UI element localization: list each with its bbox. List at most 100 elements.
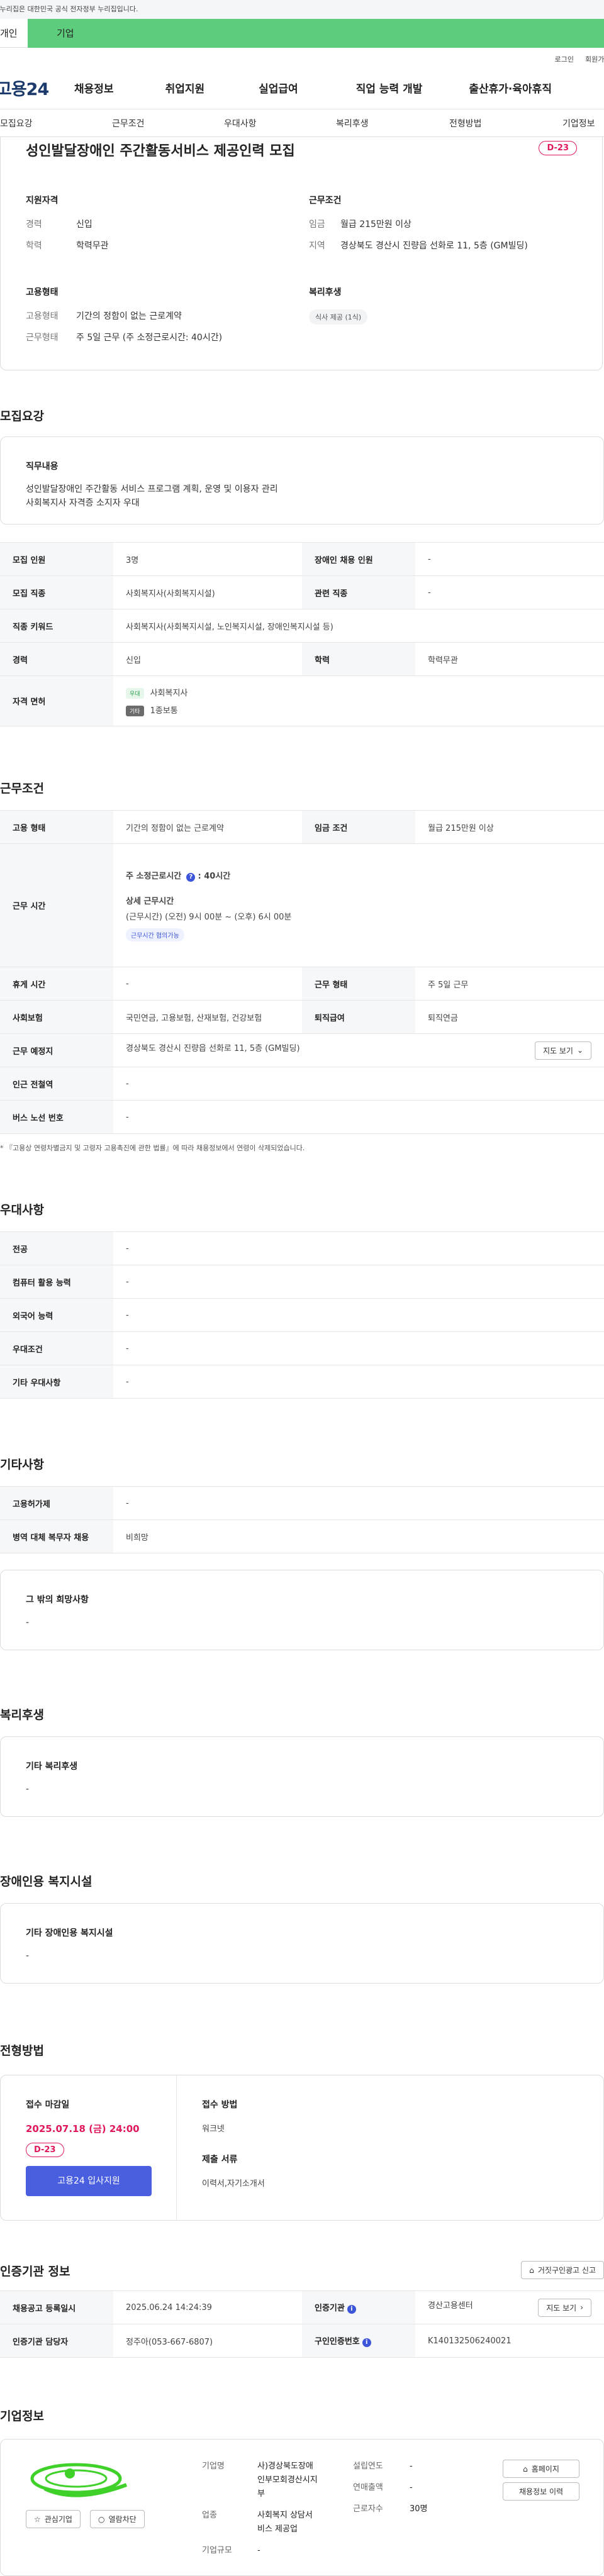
cert-org-value: 경산고용센터 지도 보기 › [415,2290,604,2324]
welfare-value: - [26,1784,30,1794]
summary-grid: 지원자격 경력 신입 학력 학력무관 근무조건 임금 월급 215만원 이상 지역 경상… [26,194,602,352]
disabled-facility-title: 장애인용 복지시설 [0,1875,92,1889]
login-link[interactable]: 로그인 [555,54,574,67]
info-icon[interactable]: i [362,2338,371,2347]
info-icon[interactable]: i [347,2305,356,2314]
tab-personal[interactable]: 개인 [0,19,28,48]
interest-button-label: 관심기업 [44,2515,72,2524]
job-title: 성인발달장애인 주간활동서비스 제공인력 모집 [26,143,295,159]
work-emp-label: 고용 형태 [0,810,113,844]
process-section: 전형방법 접수 마감일 2025.07.18 (금) 24:00 D-23 고용… [0,2041,604,2221]
subnav-company[interactable]: 기업정보 [562,117,595,130]
benefit-tag: 식사 제공 (1식) [309,309,368,325]
work-shape-value: 주 5일 근무 (주 소정근로시간: 40시간) [76,333,223,343]
work-wage-label: 임금 조건 [302,810,415,844]
company-info-col-2: 설립연도 - 연매출액 - 근로자수 30명 [353,2460,428,2516]
map-button[interactable]: 지도 보기 ⌄ [534,1041,591,1060]
report-button[interactable]: ⌂ 거짓구인광고 신고 [521,2261,604,2279]
subnav-welfare[interactable]: 복리후생 [336,117,449,130]
station-value: - [113,1067,604,1101]
etc-section: 기타사항 고용허가제 - 병역 대체 복무자 채용 비희망 그 밖의 희망사항 - [0,1455,604,1650]
company-name-line-1: 사)경상북도장애 [257,2462,313,2471]
work-emp-value: 기간의 정함이 없는 근로계약 [113,810,302,844]
employees-value: 30명 [410,2504,428,2514]
company-section: 기업정보 ☆ 관심기업 ○ 열람차단 기업명 사)경상북도장애 인부모회경산시지… [0,2407,604,2576]
subnav-prefer[interactable]: 우대사항 [224,117,336,130]
welfare-box: 기타 복리후생 - [0,1736,604,1817]
work-wage-value: 월급 215만원 이상 [415,810,604,844]
join-link[interactable]: 회원가입 [585,54,604,67]
insurance-label: 사회보험 [0,1000,113,1034]
gnb-item-unemployment-benefit[interactable]: 실업급여 [259,80,298,96]
language-label: 외국어 능력 [0,1298,113,1332]
interest-button[interactable]: ☆ 관심기업 [26,2510,81,2528]
major-label: 전공 [0,1231,113,1265]
docs-label: 제출 서류 [202,2155,238,2165]
summary-benefits: 복리후생 식사 제공 (1식) [309,286,561,352]
work-section: 근무조건 고용 형태 기간의 정함이 없는 근로계약 임금 조건 월급 215만… [0,779,604,1162]
cert-org-label: 인증기관 i [302,2290,415,2324]
sales-value: - [410,2483,413,2492]
deadline-value: 2025.07.18 (금) 24:00 [26,2123,140,2135]
table-row: 근무 시간 주 소정근로시간 ? : 40시간 상세 근무시간 (근무시간) (… [0,843,604,967]
subnav-process[interactable]: 전형방법 [449,117,562,130]
work-shape-label: 근무형태 [26,333,59,343]
cert-map-button[interactable]: 지도 보기 › [538,2298,591,2317]
prefer-etc-label: 기타 우대사항 [0,1365,113,1399]
apply-button[interactable]: 고용24 입사지원 [26,2166,152,2196]
summary-conditions-head: 근무조건 [309,196,342,206]
industry-line-2: 비스 제공업 [257,2524,298,2534]
gnb-item-parental-leave[interactable]: 출산휴가·육아휴직 [469,80,552,96]
cert-section: 인증기관 정보 ⌂ 거짓구인광고 신고 채용공고 등록일시 2025.06.24… [0,2261,604,2358]
reg-value: 2025.06.24 14:24:39 [113,2290,302,2324]
disabled-headcount-value: - [415,542,604,576]
dday-badge: D-23 [539,141,577,155]
homepage-button[interactable]: ⌂ 홈페이지 [503,2460,579,2478]
summary-employment: 고용형태 고용형태 기간의 정함이 없는 근로계약 근무형태 주 5일 근무 (주 … [26,286,309,352]
occupation-value: 사회복지사(사회복지시설) [113,575,302,609]
rest-label: 휴게 시간 [0,967,113,1001]
recruit-edu-value: 학력무관 [415,642,604,676]
table-row: 직종 키워드 사회복지사(사회복지시설, 노인복지시설, 장애인복지시설 등) [0,609,604,643]
etc-table: 고용허가제 - 병역 대체 복무자 채용 비희망 [0,1486,604,1553]
subnav-work[interactable]: 근무조건 [112,117,224,130]
employees-label: 근로자수 [353,2504,383,2514]
sales-label: 연매출액 [353,2483,383,2492]
table-row: 경력 신입 학력 학력무관 [0,642,604,676]
process-dday-badge: D-23 [26,2143,64,2157]
subnav-recruit[interactable]: 모집요강 [0,117,112,130]
gnb-item-vocational-training[interactable]: 직업 능력 개발 [356,80,423,96]
table-row: 기타 우대사항 - [0,1365,604,1399]
size-value: - [257,2546,260,2555]
table-row: 고용 형태 기간의 정함이 없는 근로계약 임금 조건 월급 215만원 이상 [0,810,604,844]
place-label: 근무 예정지 [0,1033,113,1067]
related-occupation-value: - [415,575,604,609]
region-value: 경상북도 경산시 진량읍 선화로 11, 5층 (GM빌딩) [340,241,528,251]
tab-company-label: 기업 [57,28,74,39]
license-2-tag: 기타 [126,705,144,716]
process-box: 접수 마감일 2025.07.18 (금) 24:00 D-23 고용24 입사… [0,2075,604,2221]
gnb-item-employment-support[interactable]: 취업지원 [165,80,205,96]
military-label: 병역 대체 복무자 채용 [0,1519,113,1553]
welfare-head: 기타 복리후생 [26,1762,78,1772]
user-type-tabs: 개인 기업 [0,19,604,48]
industry-line-1: 사회복지 상담서 [257,2511,313,2520]
company-logo [30,2463,128,2497]
summary-conditions: 근무조건 임금 월급 215만원 이상 지역 경상북도 경산시 진량읍 선화로 11… [309,194,561,260]
table-row: 버스 노선 번호 - [0,1100,604,1134]
info-icon[interactable]: ? [186,873,196,882]
table-row: 인근 전철역 - [0,1067,604,1101]
prefer-section: 우대사항 전공 - 컴퓨터 활용 능력 - 외국어 능력 - 우대조건 - 기타 우대사… [0,1201,604,1399]
history-button[interactable]: 채용정보 이력 [503,2482,579,2501]
cert-title: 인증기관 정보 [0,2265,70,2279]
chevron-right-icon: › [580,2303,583,2312]
site-logo[interactable]: 고용24 [0,75,59,100]
table-row: 근무 예정지 경상북도 경산시 진량읍 선화로 11, 5층 (GM빌딩) 지도… [0,1033,604,1067]
job-summary-card: 성인발달장애인 주간활동서비스 제공인력 모집 D-23 지원자격 경력 신입 학… [0,137,603,370]
work-title: 근무조건 [0,782,44,796]
block-button[interactable]: ○ 열람차단 [90,2510,145,2528]
tab-company[interactable]: 기업 [28,19,604,48]
prefer-title: 우대사항 [0,1203,44,1217]
gnb-item-jobs[interactable]: 채용정보 [74,80,114,96]
license-value: 우대 사회복지사 기타 1종보통 [113,675,604,726]
